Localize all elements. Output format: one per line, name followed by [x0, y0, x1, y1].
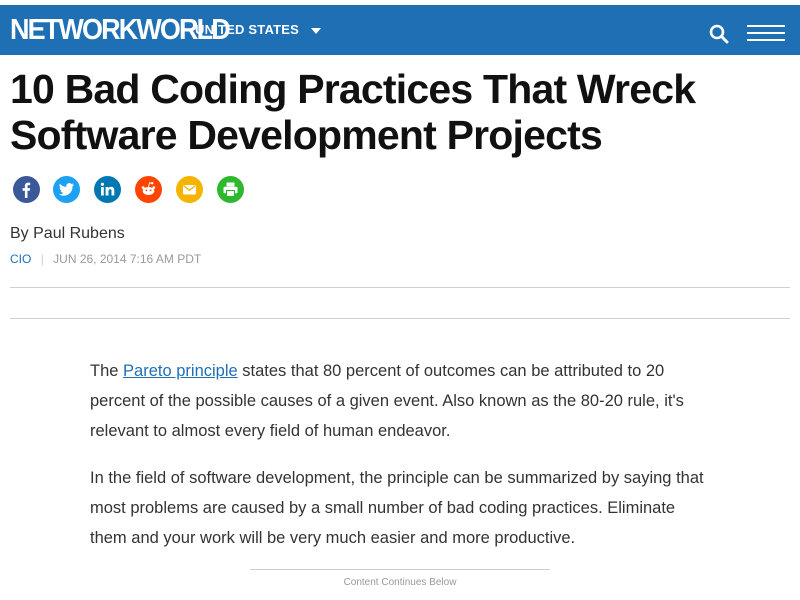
- hamburger-menu-icon[interactable]: [747, 25, 785, 43]
- author-byline: By Paul Rubens: [10, 225, 125, 242]
- paragraph: In the field of software development, th…: [90, 469, 704, 547]
- region-label: UNITED STATES: [195, 22, 299, 37]
- print-icon: [223, 182, 238, 197]
- email-share-button[interactable]: [176, 176, 203, 203]
- print-share-button[interactable]: [217, 176, 244, 203]
- top-navigation-bar: NETWORKWORLD UNITED STATES: [0, 5, 800, 55]
- caret-down-icon: [310, 27, 321, 34]
- paragraph-text: The: [90, 362, 124, 380]
- category-link[interactable]: CIO: [10, 252, 31, 266]
- publish-date: JUN 26, 2014 7:16 AM PDT: [53, 252, 202, 266]
- paragraph: The Pareto principle states that 80 perc…: [90, 356, 710, 446]
- reddit-icon: [141, 182, 156, 195]
- article-title: 10 Bad Coding Practices That Wreck Softw…: [10, 66, 790, 158]
- pareto-principle-link[interactable]: Pareto principle: [123, 362, 238, 380]
- facebook-share-button[interactable]: [13, 176, 40, 203]
- article-body: The Pareto principle states that 80 perc…: [90, 356, 710, 570]
- reddit-share-button[interactable]: [135, 176, 162, 203]
- linkedin-share-button[interactable]: [94, 176, 121, 203]
- divider: [10, 318, 790, 319]
- region-selector[interactable]: UNITED STATES: [195, 22, 321, 38]
- divider: [10, 287, 790, 288]
- linkedin-icon: [100, 182, 115, 196]
- content-continues-label: Content Continues Below: [250, 569, 550, 588]
- meta-separator: |: [40, 252, 44, 266]
- email-icon: [183, 185, 196, 195]
- facebook-icon: [22, 182, 31, 198]
- twitter-icon: [58, 183, 74, 196]
- article-title-line-2: Software Development Projects: [10, 112, 603, 158]
- search-icon[interactable]: [709, 24, 729, 44]
- article-title-line-1: 10 Bad Coding Practices That Wreck: [10, 66, 696, 112]
- article-meta: CIO | JUN 26, 2014 7:16 AM PDT: [10, 252, 201, 266]
- twitter-share-button[interactable]: [53, 176, 80, 203]
